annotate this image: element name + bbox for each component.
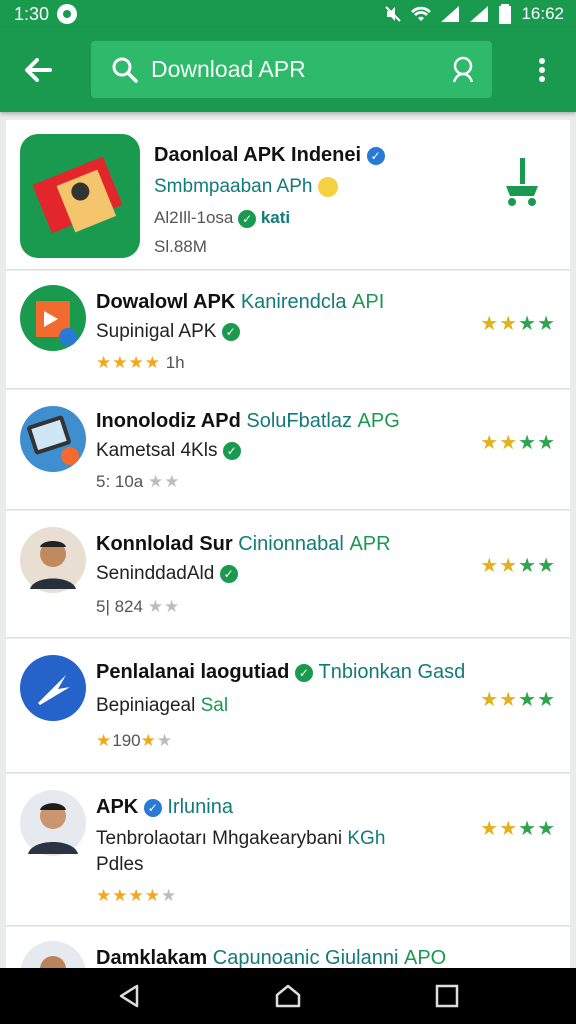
rating-stars: ★★★★ — [480, 432, 556, 454]
mute-icon — [385, 6, 402, 22]
list-item[interactable]: Damklakam Capunoanic Giulanni APO — [6, 927, 570, 968]
verified-icon: ✓ — [143, 798, 162, 817]
emoji-icon — [317, 176, 338, 197]
results-list: Daonloal APK Indenei ✓ Smbmpaaban APh Al… — [6, 120, 570, 968]
signal-icon-2 — [470, 6, 489, 22]
app-subtitle: Tenbrolaotarı Mhgakearybani KGh — [96, 828, 386, 849]
avatar — [20, 941, 86, 968]
rating-stars: ★★★★ — [480, 555, 556, 577]
status-time: 1:30 — [14, 3, 50, 24]
app-title: APK ✓ Irlunina — [96, 796, 233, 818]
nav-home-icon[interactable] — [274, 982, 302, 1010]
list-item[interactable]: Konnlolad Sur Cinionnabal APR SeninddadA… — [6, 511, 570, 638]
app-rating: ★190★★ — [96, 731, 174, 750]
app-title: Konnlolad Sur Cinionnabal APR — [96, 533, 391, 555]
back-arrow-icon[interactable] — [18, 50, 58, 90]
app-publisher: Smbmpaaban APh — [154, 176, 338, 198]
navigation-bar — [0, 968, 576, 1024]
app-rating: ★★★★★ — [96, 886, 178, 905]
app-subtitle: Kametsal 4Kls ✓ — [96, 440, 241, 462]
app-subtitle-2: Pdles — [96, 854, 144, 875]
app-rating: 5: 10a ★★ — [96, 472, 181, 491]
app-icon — [20, 134, 140, 258]
check-icon: ✓ — [221, 322, 240, 341]
app-title: Damklakam Capunoanic Giulanni APO — [96, 947, 447, 968]
check-icon: ✓ — [238, 209, 257, 228]
wifi-icon — [411, 6, 432, 21]
app-title: Dowalowl APK Kanirendcla API — [96, 291, 385, 313]
list-item[interactable]: APK ✓ Irlunina Tenbrolaotarı Mhgakearyba… — [6, 774, 570, 926]
verified-icon: ✓ — [366, 146, 385, 165]
avatar — [20, 527, 86, 593]
app-subtitle: Supinigal APK ✓ — [96, 321, 240, 343]
app-icon — [20, 406, 86, 472]
app-rating: ★★★★ 1h — [96, 353, 185, 372]
app-title: Penlalanai laogutiad ✓ Tnbionkan Gasd — [96, 661, 466, 683]
notification-icon — [57, 4, 78, 24]
list-item[interactable]: Daonloal APK Indenei ✓ Smbmpaaban APh Al… — [6, 120, 570, 270]
signal-icon — [441, 6, 460, 22]
app-info: Al2Ill-1osa ✓ kati — [154, 208, 291, 228]
search-bar[interactable] — [91, 41, 492, 98]
rating-stars: ★★★★ — [480, 313, 556, 335]
app-title: Inonolodiz APd SoluFbatlaz APG — [96, 410, 400, 432]
check-icon: ✓ — [219, 564, 238, 583]
voice-search-icon[interactable] — [448, 55, 478, 85]
list-item[interactable]: Inonolodiz APd SoluFbatlaz APG Kametsal … — [6, 390, 570, 510]
app-subtitle: Bepiniageal Sal — [96, 695, 229, 716]
search-input[interactable] — [151, 56, 448, 83]
search-icon — [112, 57, 138, 83]
check-icon: ✓ — [294, 663, 313, 682]
app-subtitle: SeninddadAld ✓ — [96, 563, 238, 585]
install-icon[interactable] — [502, 156, 542, 212]
avatar — [20, 790, 86, 856]
nav-back-icon[interactable] — [115, 982, 143, 1010]
list-item[interactable]: Penlalanai laogutiad ✓ Tnbionkan Gasd Be… — [6, 639, 570, 773]
rating-stars: ★★★★ — [480, 689, 556, 711]
app-icon — [20, 285, 86, 351]
rating-stars: ★★★★ — [480, 818, 556, 840]
status-clock: 16:62 — [521, 4, 564, 23]
app-rating: 5| 824 ★★ — [96, 597, 181, 616]
check-icon: ✓ — [222, 441, 241, 460]
overflow-menu-icon[interactable] — [528, 56, 556, 84]
list-item[interactable]: Dowalowl APK Kanirendcla API Supinigal A… — [6, 271, 570, 389]
battery-icon — [499, 4, 512, 24]
app-icon — [20, 655, 86, 721]
status-bar: 1:30 16:62 — [0, 0, 576, 28]
nav-recents-icon[interactable] — [433, 982, 461, 1010]
app-size: Sl.88M — [154, 237, 207, 256]
app-title: Daonloal APK Indenei ✓ — [154, 144, 385, 167]
app-bar — [0, 28, 576, 112]
